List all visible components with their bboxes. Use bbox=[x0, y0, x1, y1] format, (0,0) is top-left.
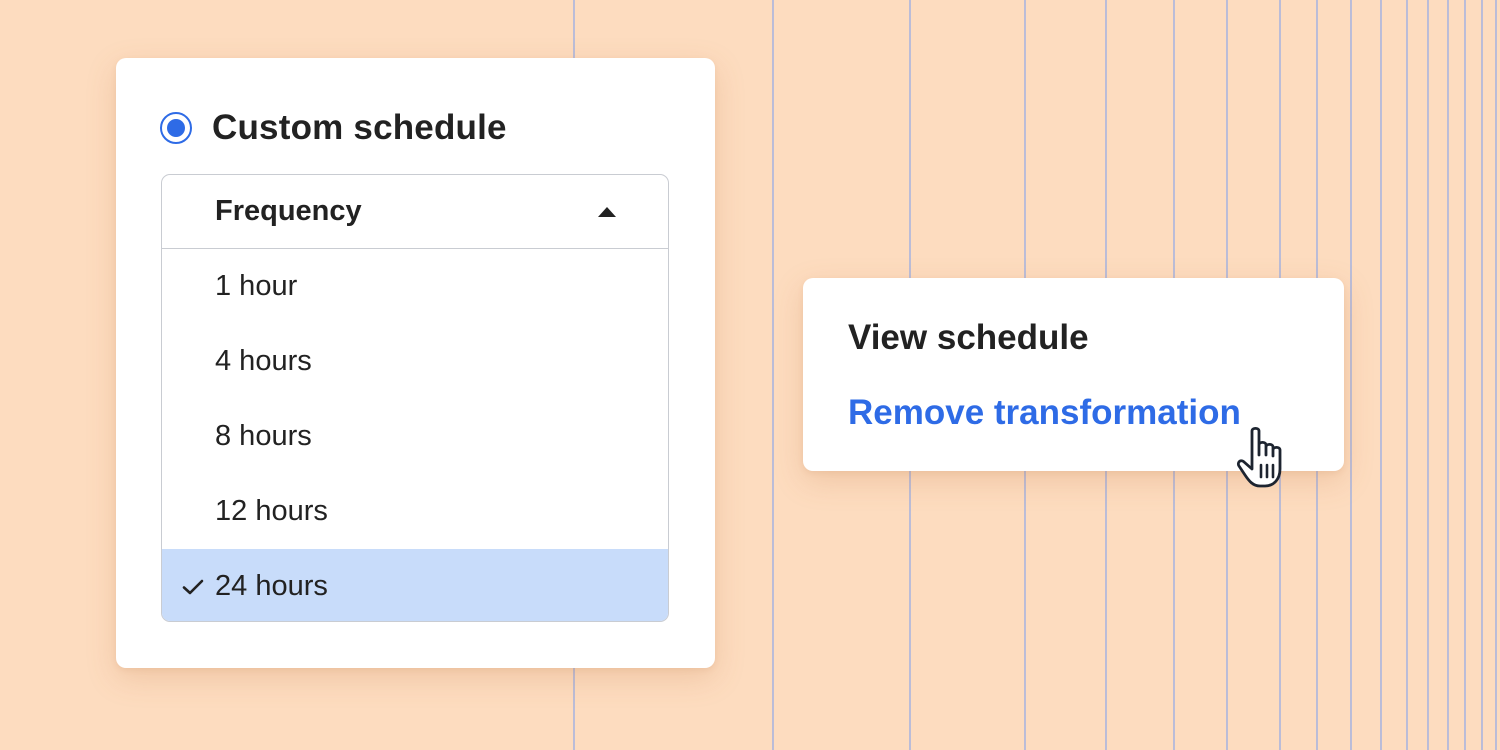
custom-schedule-radio-option[interactable]: Custom schedule bbox=[160, 108, 507, 148]
hand-pointer-cursor-icon bbox=[1236, 426, 1282, 488]
frequency-option-label: 1 hour bbox=[215, 270, 298, 302]
frequency-dropdown[interactable]: Frequency 1 hour 4 hours 8 hours 12 hour… bbox=[161, 174, 669, 622]
frequency-option-1-hour[interactable]: 1 hour bbox=[162, 249, 668, 324]
caret-up-icon[interactable] bbox=[598, 206, 616, 217]
view-schedule-button[interactable]: View schedule bbox=[848, 318, 1089, 358]
frequency-option-12-hours[interactable]: 12 hours bbox=[162, 474, 668, 549]
frequency-option-label: 8 hours bbox=[215, 420, 312, 452]
check-icon bbox=[182, 579, 204, 594]
remove-transformation-link[interactable]: Remove transformation bbox=[848, 393, 1241, 433]
custom-schedule-card: Custom schedule Frequency 1 hour 4 hours… bbox=[116, 58, 715, 668]
frequency-option-24-hours[interactable]: 24 hours bbox=[162, 549, 668, 621]
radio-selected-icon[interactable] bbox=[160, 112, 192, 144]
frequency-option-label: 12 hours bbox=[215, 495, 328, 527]
frequency-option-4-hours[interactable]: 4 hours bbox=[162, 324, 668, 399]
frequency-dropdown-title: Frequency bbox=[215, 195, 362, 227]
frequency-dropdown-header[interactable]: Frequency bbox=[162, 175, 668, 249]
radio-dot bbox=[167, 119, 185, 137]
frequency-option-label: 4 hours bbox=[215, 345, 312, 377]
frequency-option-8-hours[interactable]: 8 hours bbox=[162, 399, 668, 474]
frequency-option-label: 24 hours bbox=[215, 570, 328, 602]
custom-schedule-label: Custom schedule bbox=[212, 108, 507, 147]
